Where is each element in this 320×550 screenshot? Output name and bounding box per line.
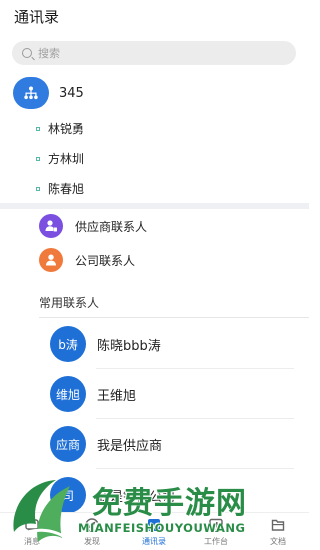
tab-label: 工作台 [204, 537, 228, 546]
tab-label: 文档 [270, 537, 286, 546]
section-divider [0, 203, 309, 209]
group-label: 供应商联系人 [75, 219, 148, 234]
favorites-section-label: 常用联系人 [39, 296, 100, 310]
row-divider [96, 418, 294, 419]
contact-name: 陈晓bbb涛 [97, 338, 161, 354]
favorite-contact[interactable]: 司 我是销售公司 [50, 477, 175, 513]
org-node[interactable]: 345 [13, 77, 84, 109]
workbench-icon [209, 518, 223, 532]
org-label: 345 [59, 85, 84, 101]
tab-label: 消息 [24, 537, 40, 546]
contacts-icon: EA [148, 519, 160, 531]
avatar: b涛 [50, 326, 86, 362]
bullet-icon [36, 126, 40, 131]
tab-contacts[interactable]: EA 通讯录 [124, 513, 184, 550]
message-icon [25, 519, 39, 533]
contact-name: 我是销售公司 [97, 489, 176, 505]
row-divider [96, 468, 294, 469]
search-icon [22, 48, 32, 58]
group-supplier-contacts[interactable]: 供应商联系人 [39, 214, 147, 238]
section-rule [39, 317, 309, 318]
favorite-contact[interactable]: b涛 陈晓bbb涛 [50, 326, 161, 362]
page-title: 通讯录 [14, 8, 60, 26]
bullet-icon [36, 186, 40, 191]
contact-name: 我是供应商 [97, 438, 163, 454]
org-member[interactable]: 方林圳 [36, 150, 84, 167]
favorite-contact[interactable]: 应商 我是供应商 [50, 426, 162, 462]
search-bar[interactable] [12, 41, 296, 65]
tab-discover[interactable]: 发现 [62, 513, 122, 550]
document-icon [271, 519, 285, 531]
supplier-contact-icon [39, 214, 63, 238]
tab-workbench[interactable]: 工作台 [186, 513, 246, 550]
tab-documents[interactable]: 文档 [248, 513, 308, 550]
org-member[interactable]: 陈春旭 [36, 180, 84, 197]
member-name: 方林圳 [48, 152, 85, 166]
group-label: 公司联系人 [75, 253, 136, 268]
search-input[interactable] [38, 46, 268, 60]
row-divider [96, 368, 294, 369]
avatar: 维旭 [50, 376, 86, 412]
svg-text:EA: EA [149, 522, 158, 530]
bullet-icon [36, 156, 40, 161]
org-tree-icon [13, 77, 49, 109]
member-name: 陈春旭 [48, 182, 85, 196]
tab-label: 发现 [84, 537, 100, 546]
favorite-contact[interactable]: 维旭 王维旭 [50, 376, 136, 412]
avatar: 应商 [50, 426, 86, 462]
tab-messages[interactable]: 消息 [2, 513, 62, 550]
company-contact-icon [39, 248, 63, 272]
member-name: 林锐勇 [48, 122, 85, 136]
avatar: 司 [50, 477, 86, 513]
org-member[interactable]: 林锐勇 [36, 120, 84, 137]
compass-icon [85, 518, 99, 532]
contact-name: 王维旭 [97, 388, 137, 404]
tab-label: 通讯录 [142, 537, 166, 546]
group-company-contacts[interactable]: 公司联系人 [39, 248, 135, 272]
bottom-tab-bar: 消息 发现 EA 通讯录 工作台 文档 [0, 512, 309, 550]
